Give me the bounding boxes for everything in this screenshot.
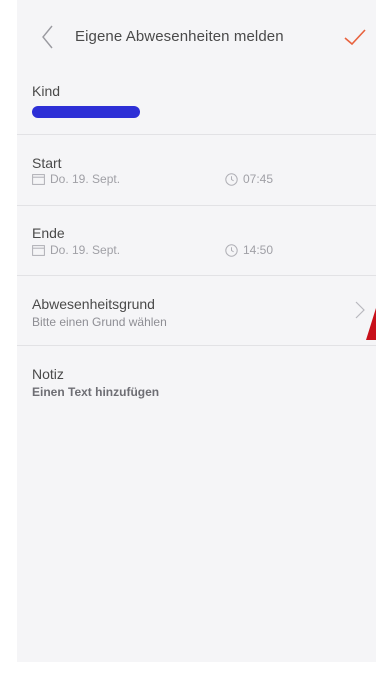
app-screen: Eigene Abwesenheiten melden Kind Start D… xyxy=(17,0,376,662)
calendar-icon xyxy=(32,245,45,256)
calendar-icon xyxy=(32,174,45,185)
start-time: 07:45 xyxy=(243,172,274,186)
clock-icon xyxy=(225,243,238,257)
start-date-field[interactable]: Do. 19. Sept. xyxy=(32,172,120,186)
red-arrow-marker xyxy=(366,308,376,340)
end-date-field[interactable]: Do. 19. Sept. xyxy=(32,243,120,257)
divider xyxy=(17,345,376,346)
end-date: Do. 19. Sept. xyxy=(50,243,121,257)
redacted-child-name xyxy=(32,106,140,118)
page-title: Eigene Abwesenheiten melden xyxy=(75,28,284,45)
start-time-field[interactable]: 07:45 xyxy=(225,172,273,186)
header-bar: Eigene Abwesenheiten melden xyxy=(17,0,376,72)
divider xyxy=(17,134,376,135)
note-placeholder: Einen Text hinzufügen xyxy=(32,385,160,399)
absence-reason-placeholder: Bitte einen Grund wählen xyxy=(32,315,167,329)
start-date: Do. 19. Sept. xyxy=(50,172,121,186)
end-time-field[interactable]: 14:50 xyxy=(225,243,273,257)
divider xyxy=(17,205,376,206)
start-label: Start xyxy=(32,155,62,171)
child-label: Kind xyxy=(32,83,61,99)
absence-reason-label: Abwesenheitsgrund xyxy=(32,296,155,312)
chevron-right-icon[interactable] xyxy=(353,298,367,322)
checkmark-icon[interactable] xyxy=(342,25,368,49)
clock-icon xyxy=(225,172,238,186)
end-label: Ende xyxy=(32,225,65,241)
end-time: 14:50 xyxy=(243,243,274,257)
chevron-left-icon[interactable] xyxy=(37,20,59,54)
note-label: Notiz xyxy=(32,366,64,382)
